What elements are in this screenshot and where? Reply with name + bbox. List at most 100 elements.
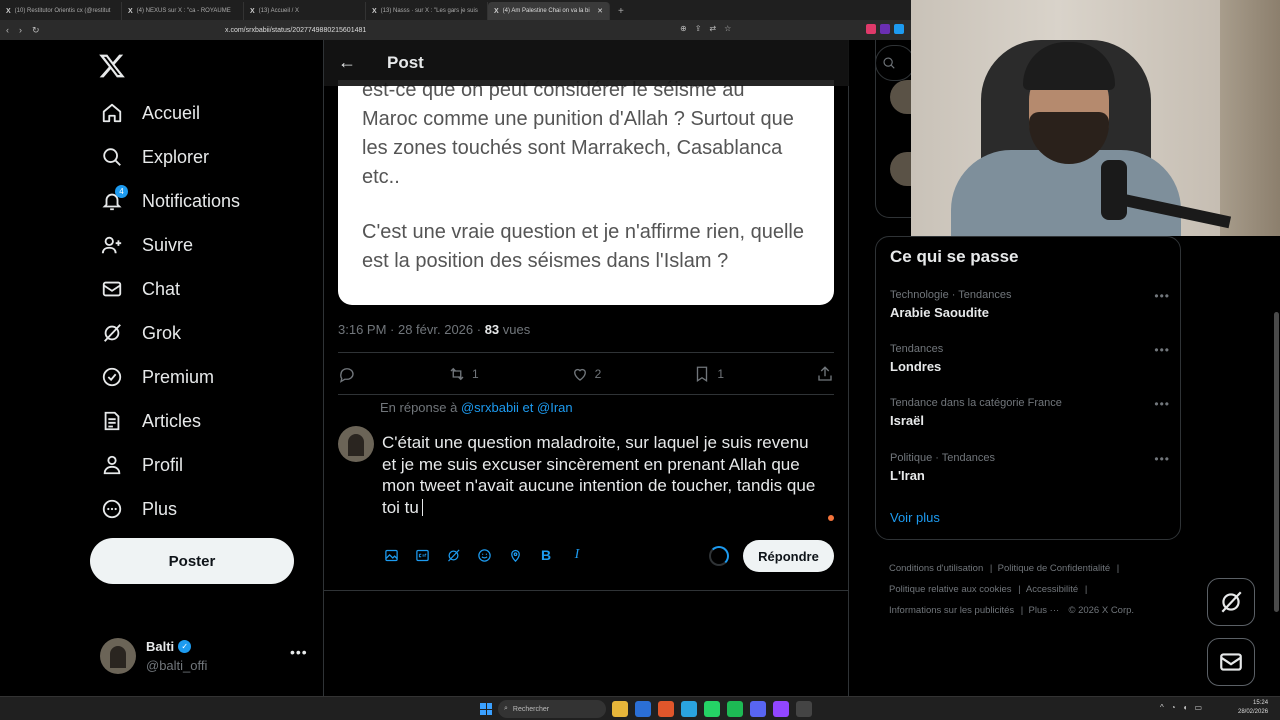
avatar[interactable] — [890, 152, 912, 186]
ellipsis-icon[interactable]: ••• — [1154, 289, 1170, 303]
reload-icon[interactable]: ↻ — [32, 25, 40, 36]
browser-tab[interactable]: X (10) Restitutor Orientis cx (@restitut — [0, 2, 122, 20]
grok-icon — [100, 321, 124, 345]
trend-item[interactable]: Politique · Tendances L'Iran ••• — [890, 452, 1170, 483]
sidebar-item-plus[interactable]: Plus — [100, 494, 177, 524]
back-arrow-icon[interactable]: ← — [338, 52, 356, 73]
footer-link[interactable]: Politique relative aux cookies — [889, 584, 1012, 595]
avatar[interactable] — [890, 80, 912, 114]
file-explorer-icon[interactable] — [612, 701, 628, 717]
telegram-icon[interactable] — [681, 701, 697, 717]
trend-item[interactable]: Technologie · Tendances Arabie Saoudite … — [890, 289, 1170, 320]
post-image[interactable]: est-ce que on peut considérer le séisme … — [338, 80, 834, 305]
footer-links: Conditions d'utilisation | Politique de … — [889, 563, 1135, 616]
sidebar-item-profil[interactable]: Profil — [100, 450, 183, 480]
reply-to-mentions[interactable]: @srxbabii et @Iran — [461, 400, 573, 415]
extension-icon[interactable] — [894, 24, 904, 34]
bold-icon[interactable]: B — [537, 546, 555, 564]
account-handle: @balti_offi — [146, 658, 208, 673]
post-header: ← Post — [324, 40, 849, 86]
footer-link[interactable]: Conditions d'utilisation — [889, 563, 983, 574]
sidebar-item-suivre[interactable]: Suivre — [100, 230, 193, 260]
footer-link[interactable]: Plus ··· — [1029, 605, 1060, 616]
ellipsis-icon[interactable]: ••• — [290, 644, 308, 660]
webcam-overlay — [911, 0, 1280, 236]
extension-icon[interactable] — [880, 24, 890, 34]
footer-link[interactable]: Accessibilité — [1026, 584, 1078, 595]
reply-compose-field[interactable]: C'était une question maladroite, sur laq… — [382, 432, 822, 518]
trend-item[interactable]: Tendance dans la catégorie France Israël… — [890, 397, 1170, 428]
gif-icon[interactable] — [413, 546, 431, 564]
tab-label: (13) Accueil / X — [258, 8, 300, 14]
italic-icon[interactable]: I — [568, 546, 586, 564]
reply-action[interactable] — [338, 365, 356, 383]
sidebar-item-notifications[interactable]: 4 Notifications — [100, 185, 240, 216]
network-icon[interactable]: ◔ — [1171, 703, 1176, 712]
chevron-up-icon[interactable]: ^ — [1160, 703, 1164, 712]
tab-label: (4) Am Palestine Chai on va la bi — [502, 8, 590, 14]
account-switcher[interactable]: Balti ✓ @balti_offi ••• — [100, 638, 310, 678]
clock[interactable]: 15:24 28/02/2026 — [1238, 699, 1268, 717]
back-icon[interactable]: ‹ — [6, 25, 9, 35]
repondre-button[interactable]: Répondre — [743, 540, 834, 572]
see-more-link[interactable]: Voir plus — [890, 510, 940, 525]
address-bar-actions: ⊕ ⇪ ⇄ ☆ — [680, 24, 731, 33]
sidebar-item-premium[interactable]: Premium — [100, 362, 214, 392]
close-tab-icon[interactable]: ✕ — [597, 7, 603, 15]
translate-icon[interactable]: ⇄ — [709, 24, 716, 33]
emoji-icon[interactable] — [475, 546, 493, 564]
browser-tab[interactable]: X (13) Nasss · sur X : "Les gars je suis — [366, 2, 488, 20]
sidebar-item-accueil[interactable]: Accueil — [100, 98, 200, 128]
volume-icon[interactable]: ◖ — [1183, 703, 1188, 712]
browser-tab[interactable]: X (13) Accueil / X — [244, 2, 366, 20]
scrollbar[interactable] — [1274, 312, 1279, 612]
poster-button[interactable]: Poster — [90, 538, 294, 584]
spotify-icon[interactable] — [727, 701, 743, 717]
browser-tab-bar: X (10) Restitutor Orientis cx (@restitut … — [0, 0, 912, 20]
more-icon — [100, 497, 124, 521]
browser-tab[interactable]: X (4) NEXUS sur X : "ca - ROYAUME — [122, 2, 244, 20]
sidebar-item-chat[interactable]: Chat — [100, 274, 180, 304]
new-tab-button[interactable]: + — [610, 2, 632, 20]
extension-icon[interactable] — [866, 24, 876, 34]
like-action[interactable]: 2 — [571, 365, 601, 383]
sidebar-item-explorer[interactable]: Explorer — [100, 142, 209, 172]
discord-icon[interactable] — [750, 701, 766, 717]
app-icon[interactable] — [635, 701, 651, 717]
forward-icon[interactable]: › — [19, 25, 22, 35]
messages-fab-button[interactable] — [1207, 638, 1255, 686]
x-logo-icon[interactable] — [98, 52, 126, 80]
image-icon[interactable] — [382, 546, 400, 564]
grok-fab-button[interactable] — [1207, 578, 1255, 626]
bookmark-action[interactable]: 1 — [693, 365, 724, 383]
trend-item[interactable]: Tendances Londres ••• — [890, 343, 1170, 374]
footer-link[interactable]: Informations sur les publicités — [889, 605, 1014, 616]
grok-icon[interactable] — [444, 546, 462, 564]
bookmark-star-icon[interactable]: ☆ — [724, 24, 731, 33]
premium-icon — [100, 365, 124, 389]
url-text: x.com/srxbabii/status/202774988021560148… — [225, 26, 367, 34]
obs-icon[interactable] — [796, 701, 812, 717]
footer-link[interactable]: Politique de Confidentialité — [998, 563, 1111, 574]
sidebar-item-grok[interactable]: Grok — [100, 318, 181, 348]
repost-action[interactable]: 1 — [448, 365, 479, 383]
share-icon[interactable]: ⇪ — [695, 24, 702, 33]
brave-browser-icon[interactable] — [658, 701, 674, 717]
share-action[interactable] — [816, 365, 834, 383]
whatsapp-icon[interactable] — [704, 701, 720, 717]
zoom-icon[interactable]: ⊕ — [680, 24, 687, 33]
search-input[interactable] — [875, 45, 915, 81]
location-icon[interactable] — [506, 546, 524, 564]
avatar — [338, 426, 374, 462]
ellipsis-icon[interactable]: ••• — [1154, 397, 1170, 411]
browser-tab-active[interactable]: X (4) Am Palestine Chai on va la bi ✕ — [488, 2, 610, 20]
windows-start-icon[interactable] — [480, 703, 492, 715]
taskbar-search[interactable]: ⌕ Rechercher — [498, 700, 606, 718]
app-icon[interactable] — [773, 701, 789, 717]
post-timestamp[interactable]: 3:16 PM · 28 févr. 2026 · — [338, 322, 485, 337]
ellipsis-icon[interactable]: ••• — [1154, 452, 1170, 466]
sidebar-item-articles[interactable]: Articles — [100, 406, 201, 436]
main-column: est-ce que on peut considérer le séisme … — [324, 40, 849, 696]
battery-icon[interactable]: ▭ — [1194, 703, 1202, 712]
ellipsis-icon[interactable]: ••• — [1154, 343, 1170, 357]
